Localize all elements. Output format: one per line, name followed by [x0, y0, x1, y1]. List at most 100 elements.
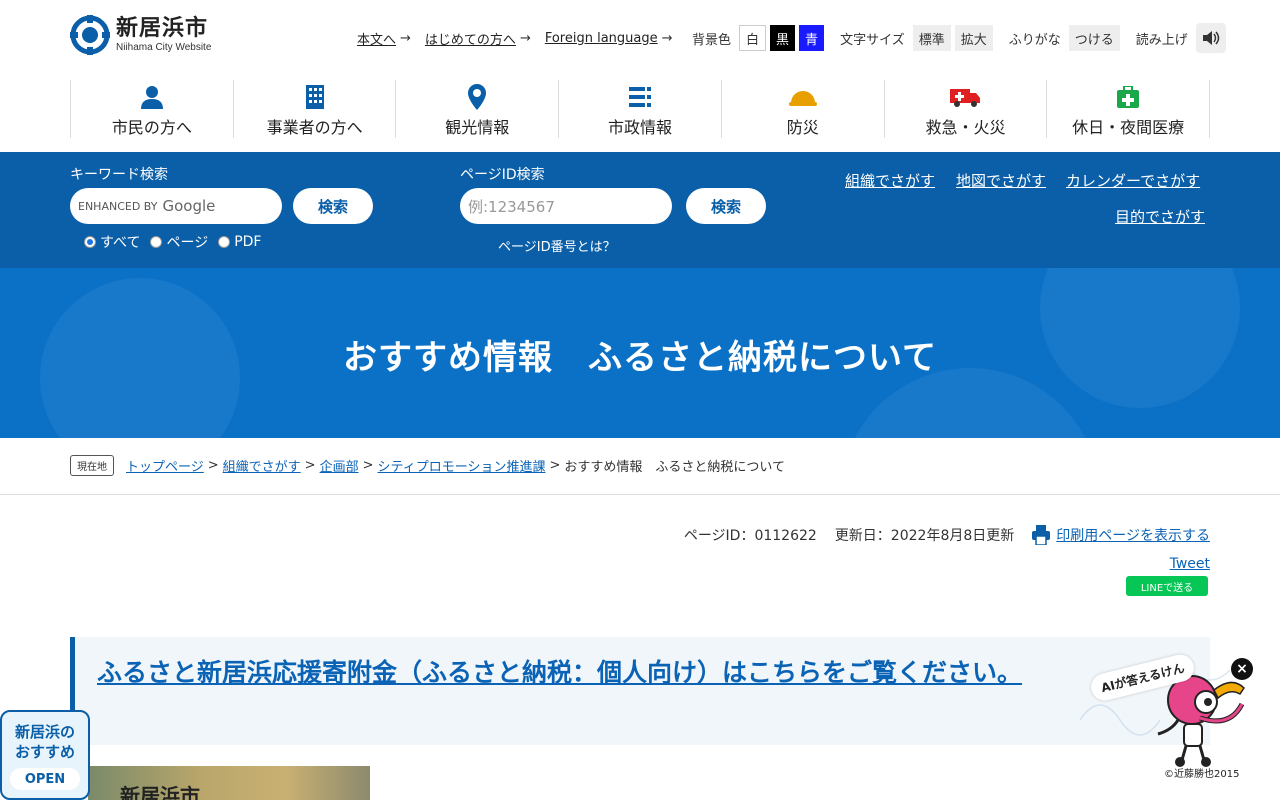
- osusume-open-button[interactable]: OPEN: [10, 768, 80, 790]
- map-pin-icon: [468, 84, 487, 110]
- mascot-copyright: ©近藤勝也2015: [1164, 769, 1240, 780]
- foreign-language-link[interactable]: Foreign language: [545, 31, 658, 46]
- radio-page[interactable]: ページ: [150, 232, 208, 252]
- utility-links: 本文へ → はじめての方へ → Foreign language →: [357, 23, 687, 53]
- search-by-purpose-link[interactable]: 目的でさがす: [1115, 206, 1205, 227]
- updated-date: 更新日：2022年8月8日更新: [834, 528, 1015, 544]
- tweet-link[interactable]: Tweet: [1170, 556, 1210, 572]
- keyword-search-input[interactable]: ENHANCED BY Google: [70, 188, 282, 224]
- google-badge: ENHANCED BY Google: [78, 197, 215, 215]
- breadcrumb-separator: >: [362, 458, 374, 473]
- radio-indicator: [150, 236, 163, 248]
- furigana-button[interactable]: つける: [1068, 25, 1120, 51]
- person-icon: [140, 84, 164, 110]
- page-title: おすすめ情報 ふるさと納税について: [343, 338, 937, 378]
- osusume-widget[interactable]: 新居浜の おすすめ OPEN: [0, 710, 90, 800]
- radio-label: PDF: [234, 234, 262, 250]
- bg-white-button[interactable]: 白: [739, 25, 767, 51]
- search-scope-radios: すべて ページ PDF: [84, 232, 271, 252]
- nav-city-admin[interactable]: 市政情報: [558, 80, 721, 138]
- breadcrumb-planning[interactable]: 企画部: [320, 456, 359, 475]
- pageid-search-label: ページID検索: [460, 167, 545, 183]
- search-by-map-link[interactable]: 地図でさがす: [956, 170, 1046, 191]
- image-caption: 新居浜市: [120, 784, 200, 800]
- page-id: ページID：0112622: [683, 528, 817, 544]
- site-logo[interactable]: 新居浜市 Niihama City Website: [70, 15, 211, 55]
- global-nav: 市民の方へ 事業者の方へ 観光情報 市政情報 防災 救急・火災 休日・夜間医療: [70, 80, 1211, 138]
- font-size-label: 文字サイズ: [840, 32, 905, 48]
- first-time-link[interactable]: はじめての方へ: [425, 29, 516, 48]
- ai-chatbot-widget[interactable]: AIが答えるけん ©近藤勝也2015: [1080, 651, 1250, 790]
- medical-kit-icon: [1117, 84, 1140, 110]
- osusume-line2: おすすめ: [14, 743, 75, 761]
- print-page-label: 印刷用ページを表示する: [1056, 528, 1210, 544]
- breadcrumb-separator: >: [207, 458, 219, 473]
- nav-tourism[interactable]: 観光情報: [395, 80, 558, 138]
- radio-all[interactable]: すべて: [84, 232, 140, 252]
- radio-label: すべて: [100, 235, 141, 251]
- furigana-label: ふりがな: [1008, 32, 1061, 48]
- printer-icon: [1032, 525, 1051, 545]
- nav-emergency-fire[interactable]: 救急・火災: [883, 80, 1047, 138]
- city-emblem-icon: [70, 15, 110, 55]
- search-by-org-link[interactable]: 組織でさがす: [845, 170, 935, 191]
- page-meta: ページID：0112622 更新日：2022年8月8日更新 印刷用ページを表示す…: [684, 525, 1210, 545]
- nav-business[interactable]: 事業者の方へ: [232, 80, 396, 138]
- radio-pdf[interactable]: PDF: [218, 232, 261, 252]
- bg-black-button[interactable]: 黒: [770, 25, 796, 51]
- logo-subtitle: Niihama City Website: [116, 42, 212, 53]
- line-share-label: LINEで送る: [1140, 582, 1194, 594]
- close-icon[interactable]: ×: [1231, 658, 1253, 680]
- line-share-button[interactable]: LINEで送る: [1126, 576, 1208, 596]
- print-page-link[interactable]: 印刷用ページを表示する: [1032, 525, 1210, 545]
- radio-label: ページ: [166, 235, 209, 251]
- keyword-search-label: キーワード検索: [70, 167, 168, 183]
- nav-label: 救急・火災: [925, 118, 1006, 137]
- logo-name: 新居浜市: [116, 16, 209, 41]
- arrow-right-icon: →: [661, 30, 673, 46]
- nav-label: 市民の方へ: [111, 118, 192, 137]
- google-enhanced-text: ENHANCED BY: [78, 199, 158, 213]
- nav-label: 市政情報: [608, 118, 673, 137]
- nav-label: 観光情報: [445, 118, 510, 137]
- search-band: キーワード検索 ENHANCED BY Google 検索 すべて ページ PD…: [0, 152, 1280, 268]
- font-size-large-button[interactable]: 拡大: [954, 25, 993, 51]
- pageid-search-button[interactable]: 検索: [686, 188, 766, 224]
- breadcrumb: 現在地 トップページ > 組織でさがす > 企画部 > シティプロモーション推進…: [70, 455, 785, 476]
- helmet-icon: [788, 84, 817, 110]
- list-icon: [629, 84, 652, 110]
- furusato-tax-link[interactable]: ふるさと新居浜応援寄附金（ふるさと納税：個人向け）はこちらをご覧ください。: [97, 655, 1187, 691]
- search-by-calendar-link[interactable]: カレンダーでさがす: [1066, 170, 1200, 191]
- ambulance-icon: [950, 84, 981, 110]
- nav-citizens[interactable]: 市民の方へ: [70, 80, 233, 138]
- breadcrumb-city-promotion[interactable]: シティプロモーション推進課: [378, 456, 546, 475]
- pageid-help-link[interactable]: ページID番号とは？: [498, 236, 616, 255]
- bg-blue-button[interactable]: 青: [799, 25, 825, 51]
- nav-label: 休日・夜間医療: [1072, 118, 1185, 137]
- accessibility-options: 背景色 白 黒 青 文字サイズ 標準 拡大 ふりがな つける 読み上げ: [692, 23, 1226, 53]
- breadcrumb-separator: >: [549, 458, 561, 473]
- pageid-placeholder: 例:1234567: [468, 197, 555, 216]
- content-callout: ふるさと新居浜応援寄附金（ふるさと納税：個人向け）はこちらをご覧ください。: [70, 637, 1210, 745]
- divider: [0, 494, 1280, 495]
- current-location-badge: 現在地: [70, 455, 114, 476]
- breadcrumb-top[interactable]: トップページ: [126, 456, 204, 475]
- building-icon: [305, 84, 324, 110]
- read-aloud-label: 読み上げ: [1135, 32, 1188, 48]
- keyword-search-button[interactable]: 検索: [293, 188, 373, 224]
- arrow-right-icon: →: [519, 30, 531, 46]
- arrow-right-icon: →: [400, 30, 411, 46]
- radio-indicator: [84, 236, 96, 248]
- radio-indicator: [218, 236, 231, 248]
- nav-holiday-medical[interactable]: 休日・夜間医療: [1046, 80, 1211, 138]
- breadcrumb-current: おすすめ情報 ふるさと納税について: [564, 460, 785, 475]
- font-size-standard-button[interactable]: 標準: [912, 25, 951, 51]
- nav-label: 防災: [786, 118, 819, 137]
- content-image: 新居浜市: [88, 766, 370, 800]
- pageid-search-input[interactable]: 例:1234567: [460, 188, 672, 224]
- skip-to-content-link[interactable]: 本文へ: [357, 29, 396, 48]
- nav-label: 事業者の方へ: [266, 118, 363, 137]
- speaker-icon[interactable]: [1195, 23, 1226, 53]
- breadcrumb-org-search[interactable]: 組織でさがす: [223, 456, 301, 475]
- nav-disaster-prevention[interactable]: 防災: [720, 80, 884, 138]
